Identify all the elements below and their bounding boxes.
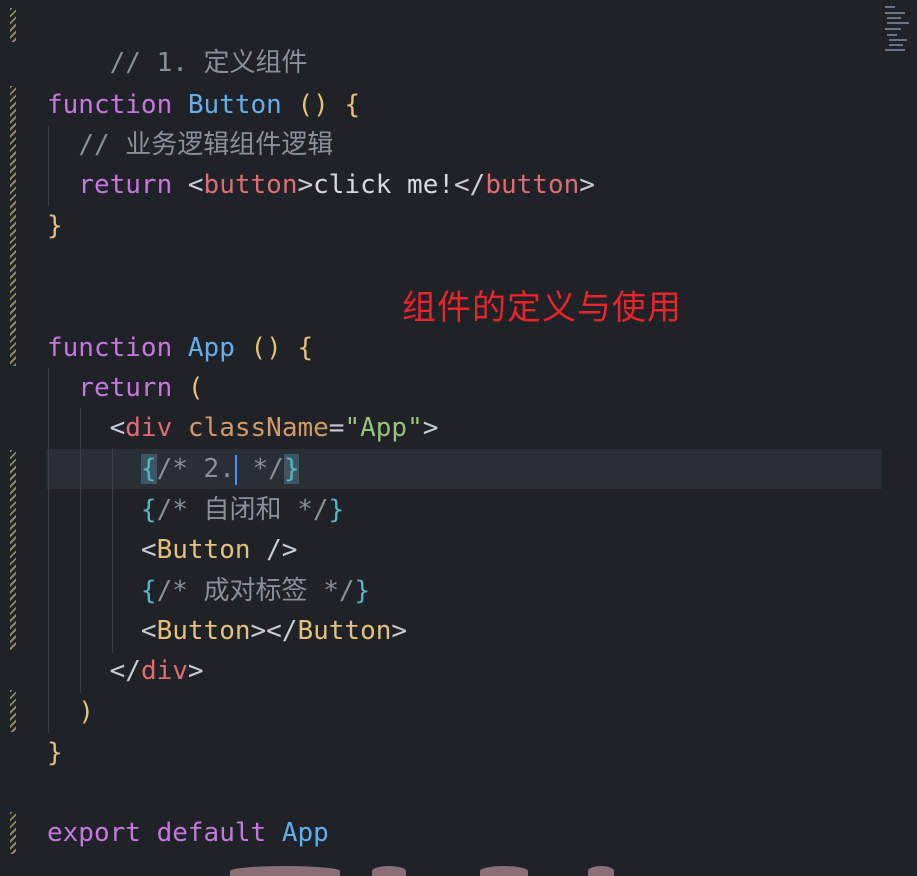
jsx-bracket: </ bbox=[109, 656, 141, 686]
comment: /* 成对标签 */ bbox=[156, 576, 355, 606]
jsx-expression-brace: { bbox=[140, 576, 157, 606]
jsx-bracket: /> bbox=[250, 535, 298, 565]
jsx-expression-brace: } bbox=[354, 576, 371, 606]
comment: */ bbox=[236, 454, 284, 484]
gutter-change-marker bbox=[10, 690, 16, 732]
keyword-export: export bbox=[47, 818, 141, 848]
paren-close: ) bbox=[78, 697, 94, 727]
string-literal: "App" bbox=[344, 413, 423, 443]
jsx-bracket: > bbox=[297, 170, 314, 200]
jsx-bracket: > bbox=[187, 656, 204, 686]
keyword-return: return bbox=[78, 170, 173, 200]
code-line-3[interactable]: // 业务逻辑组件逻辑 bbox=[47, 125, 333, 165]
code-line-11[interactable]: {/* 自闭和 */} bbox=[47, 490, 344, 530]
jsx-bracket: </ bbox=[454, 170, 486, 200]
code-line-14[interactable]: <Button></Button> bbox=[47, 611, 407, 651]
code-line-10[interactable]: {/* 2. */} bbox=[47, 449, 300, 489]
parentheses: () bbox=[297, 90, 329, 120]
jsx-bracket: > bbox=[250, 616, 267, 646]
code-line-7[interactable]: function App () { bbox=[47, 328, 313, 368]
equals-sign: = bbox=[328, 413, 345, 443]
code-editor[interactable]: // 1. 定义组件 function Button () { // 业务逻辑组… bbox=[0, 0, 917, 876]
gutter-change-marker bbox=[10, 86, 16, 366]
jsx-bracket: < bbox=[187, 170, 204, 200]
jsx-component: Button bbox=[156, 535, 251, 565]
video-overlay-artifact bbox=[372, 866, 406, 876]
jsx-component: Button bbox=[297, 616, 392, 646]
function-name: App bbox=[187, 333, 235, 363]
gutter-change-marker bbox=[10, 8, 16, 42]
jsx-bracket: > bbox=[579, 170, 595, 200]
gutter-change-marker bbox=[10, 812, 16, 854]
function-name: Button bbox=[187, 90, 282, 120]
code-line-12[interactable]: <Button /> bbox=[47, 530, 298, 570]
paren-open: ( bbox=[187, 373, 204, 403]
code-line-5[interactable]: } bbox=[47, 206, 63, 246]
jsx-expression-brace: { bbox=[140, 454, 157, 484]
jsx-bracket: > bbox=[422, 413, 439, 443]
code-line-9[interactable]: <div className="App"> bbox=[47, 408, 439, 448]
keyword-return: return bbox=[78, 373, 173, 403]
jsx-bracket: < bbox=[109, 413, 126, 443]
jsx-bracket: > bbox=[391, 616, 408, 646]
jsx-text: click me! bbox=[313, 170, 455, 200]
jsx-bracket: < bbox=[140, 616, 157, 646]
jsx-expression-brace: { bbox=[140, 495, 157, 525]
code-line-16[interactable]: ) bbox=[47, 692, 94, 732]
code-line-17[interactable]: } bbox=[47, 733, 63, 773]
video-overlay-artifact bbox=[480, 866, 528, 876]
gutter-change-marker bbox=[10, 450, 16, 650]
jsx-expression-brace: } bbox=[328, 495, 345, 525]
comment: /* 2. bbox=[156, 454, 235, 484]
code-line-15[interactable]: </div> bbox=[47, 651, 204, 691]
keyword-function: function bbox=[47, 90, 173, 120]
brace-close: } bbox=[47, 738, 63, 768]
code-line-13[interactable]: {/* 成对标签 */} bbox=[47, 571, 370, 611]
jsx-tag: div bbox=[140, 656, 188, 686]
jsx-tag: button bbox=[485, 170, 580, 200]
video-caption-overlay: 组件的定义与使用 bbox=[402, 288, 682, 328]
jsx-tag: div bbox=[125, 413, 173, 443]
code-line-1[interactable]: // 1. 定义组件 bbox=[47, 3, 308, 78]
parentheses: () bbox=[250, 333, 282, 363]
jsx-bracket: </ bbox=[266, 616, 298, 646]
video-overlay-artifact bbox=[230, 866, 340, 876]
keyword-function: function bbox=[47, 333, 173, 363]
code-line-2[interactable]: function Button () { bbox=[47, 85, 360, 125]
brace-open: { bbox=[344, 90, 361, 120]
brace-open: { bbox=[297, 333, 314, 363]
jsx-component: Button bbox=[156, 616, 251, 646]
comment: // 1. 定义组件 bbox=[109, 48, 308, 78]
jsx-attribute: className bbox=[187, 413, 329, 443]
keyword-default: default bbox=[156, 818, 267, 848]
minimap[interactable] bbox=[883, 4, 911, 52]
jsx-expression-brace: } bbox=[283, 454, 300, 484]
comment: // 业务逻辑组件逻辑 bbox=[78, 130, 334, 160]
code-line-19[interactable]: export default App bbox=[47, 813, 329, 853]
video-overlay-artifact bbox=[588, 866, 614, 876]
export-name: App bbox=[281, 818, 329, 848]
jsx-bracket: < bbox=[140, 535, 157, 565]
code-line-4[interactable]: return <button>click me!</button> bbox=[47, 165, 595, 205]
jsx-tag: button bbox=[203, 170, 298, 200]
comment: /* 自闭和 */ bbox=[156, 495, 329, 525]
code-line-8[interactable]: return ( bbox=[47, 368, 204, 408]
brace-close: } bbox=[47, 211, 63, 241]
